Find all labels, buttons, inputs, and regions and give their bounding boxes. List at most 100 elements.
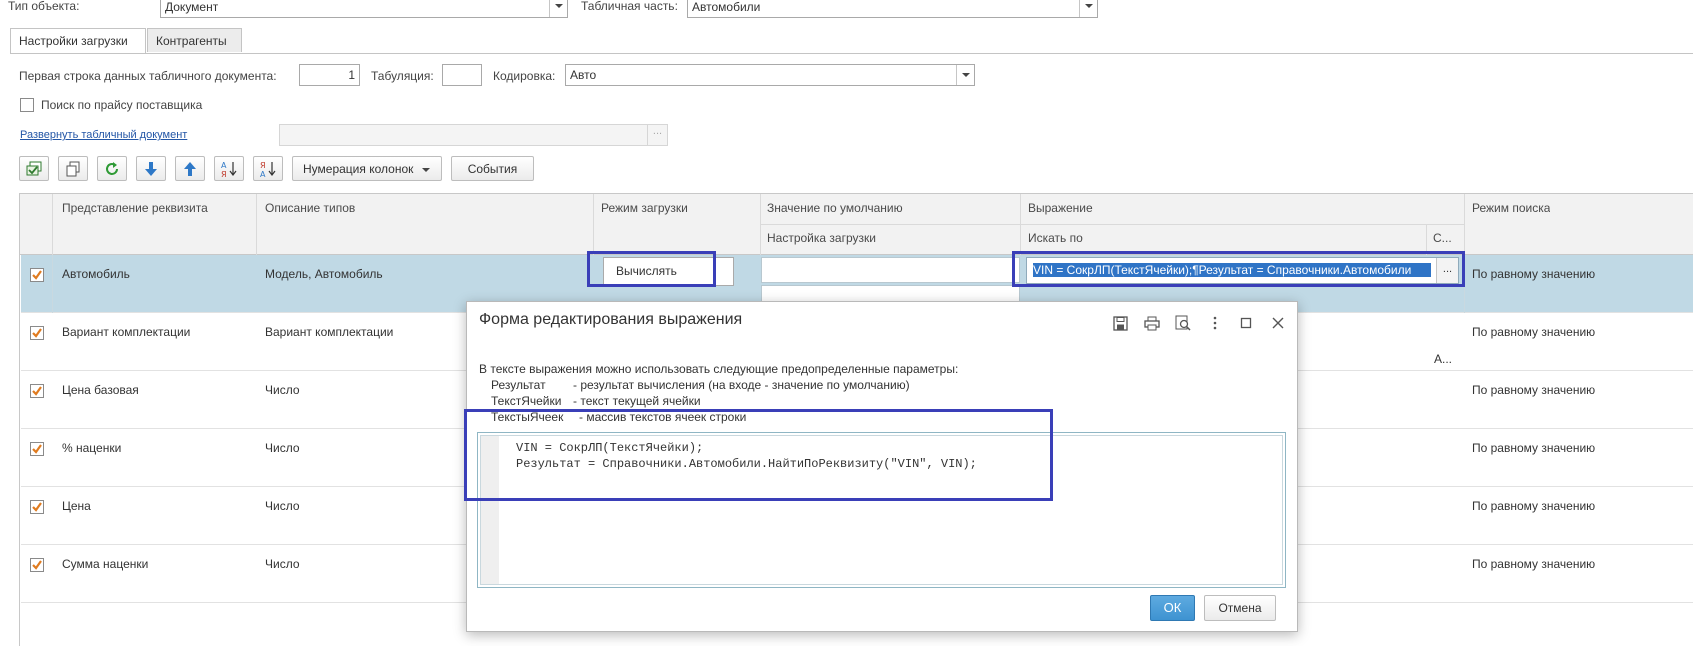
checkmark-icon bbox=[32, 386, 42, 396]
expand-document-field: ... bbox=[279, 124, 668, 146]
tabulation-input[interactable] bbox=[442, 64, 482, 86]
cell-load-mode-box[interactable]: Вычислять bbox=[603, 257, 734, 286]
sort-asc-icon: АЯ bbox=[221, 161, 237, 178]
code-line-1: VIN = СокрЛП(ТекстЯчейки); bbox=[516, 441, 704, 455]
row-checkbox[interactable] bbox=[30, 558, 44, 572]
column-numbering-button[interactable]: Нумерация колонок bbox=[292, 156, 442, 181]
copy-button[interactable] bbox=[58, 156, 88, 181]
help-intro: В тексте выражения можно использовать сл… bbox=[479, 362, 959, 376]
header-load-settings[interactable]: Настройка загрузки bbox=[767, 231, 876, 245]
cell-search-mode: По равному значению bbox=[1472, 499, 1596, 513]
header-c[interactable]: С... bbox=[1433, 231, 1461, 245]
price-search-label: Поиск по прайсу поставщика bbox=[41, 98, 203, 112]
cell-types: Число bbox=[265, 557, 300, 571]
sort-desc-icon: ЯА bbox=[260, 161, 276, 178]
cell-types: Число bbox=[265, 441, 300, 455]
maximize-icon[interactable] bbox=[1237, 314, 1255, 332]
code-editor[interactable]: VIN = СокрЛП(ТекстЯчейки); Результат = С… bbox=[477, 432, 1286, 588]
chevron-down-icon[interactable] bbox=[956, 65, 974, 85]
cell-search-mode: По равному значению bbox=[1472, 383, 1596, 397]
row-checkbox[interactable] bbox=[30, 326, 44, 340]
refresh-icon bbox=[106, 161, 118, 175]
cell-types: Число bbox=[265, 499, 300, 513]
svg-text:А: А bbox=[260, 170, 266, 178]
object-type-label: Тип объекта: bbox=[8, 0, 80, 13]
object-type-field[interactable]: Документ bbox=[160, 0, 568, 18]
tabulation-label: Табуляция: bbox=[371, 69, 434, 83]
table-part-field[interactable]: Автомобили bbox=[687, 0, 1098, 18]
dialog-title: Форма редактирования выражения bbox=[479, 311, 743, 328]
row-checkbox[interactable] bbox=[30, 500, 44, 514]
chevron-down-icon bbox=[421, 167, 430, 172]
cell-default-value[interactable] bbox=[761, 257, 1020, 283]
move-down-button[interactable] bbox=[136, 156, 166, 181]
move-down-icon bbox=[145, 161, 157, 176]
expand-document-link[interactable]: Развернуть табличный документ bbox=[20, 129, 187, 141]
header-load-mode[interactable]: Режим загрузки bbox=[601, 201, 688, 215]
sort-desc-button[interactable]: ЯА bbox=[253, 156, 283, 181]
sort-asc-button[interactable]: АЯ bbox=[214, 156, 244, 181]
row-checkbox[interactable] bbox=[30, 384, 44, 398]
tab-panel-border bbox=[10, 53, 1693, 54]
expand-field-button: ... bbox=[647, 125, 667, 145]
refresh-button[interactable] bbox=[97, 156, 127, 181]
more-icon[interactable] bbox=[1206, 314, 1224, 332]
select-all-icon bbox=[26, 161, 42, 175]
cell-types: Число bbox=[265, 383, 300, 397]
cell-types: Модель, Автомобиль bbox=[265, 267, 383, 281]
chevron-down-icon[interactable] bbox=[549, 0, 567, 17]
tab-counterparties[interactable]: Контрагенты bbox=[147, 28, 242, 52]
encoding-select[interactable]: Авто bbox=[565, 64, 975, 86]
table-part-value: Автомобили bbox=[692, 0, 761, 14]
ok-button[interactable]: ОК bbox=[1150, 595, 1195, 621]
cell-attribute: Цена базовая bbox=[62, 383, 139, 397]
events-button[interactable]: События bbox=[451, 156, 534, 181]
cell-search-mode: По равному значению bbox=[1472, 557, 1596, 571]
row-checkbox[interactable] bbox=[30, 442, 44, 456]
cancel-button[interactable]: Отмена bbox=[1204, 595, 1276, 621]
cell-search-mode: По равному значению bbox=[1472, 325, 1596, 339]
move-up-button[interactable] bbox=[175, 156, 205, 181]
header-types[interactable]: Описание типов bbox=[265, 201, 355, 215]
header-search-mode[interactable]: Режим поиска bbox=[1472, 201, 1550, 215]
header-default-value[interactable]: Значение по умолчанию bbox=[767, 201, 903, 215]
svg-text:Я: Я bbox=[221, 170, 227, 178]
header-search-by[interactable]: Искать по bbox=[1028, 231, 1083, 245]
select-all-button[interactable] bbox=[19, 156, 49, 181]
expression-input[interactable]: VIN = СокрЛП(ТекстЯчейки);¶Результат = С… bbox=[1026, 257, 1459, 284]
svg-text:А: А bbox=[221, 161, 227, 170]
close-icon[interactable] bbox=[1269, 314, 1287, 332]
object-type-value: Документ bbox=[165, 0, 219, 14]
help-line-result: Результат - результат вычисления (на вход… bbox=[491, 378, 910, 392]
cell-load-mode: Вычислять bbox=[616, 264, 677, 278]
chevron-down-icon[interactable] bbox=[1079, 0, 1097, 17]
cell-attribute: Цена bbox=[62, 499, 91, 513]
print-icon[interactable] bbox=[1143, 314, 1161, 332]
checkmark-icon bbox=[32, 560, 42, 570]
cell-types: Вариант комплектации bbox=[265, 325, 394, 339]
header-expression[interactable]: Выражение bbox=[1028, 201, 1093, 215]
tab-load-settings[interactable]: Настройки загрузки bbox=[10, 28, 146, 53]
expression-button[interactable]: ... bbox=[1436, 258, 1458, 283]
svg-text:Я: Я bbox=[260, 161, 266, 170]
checkmark-icon bbox=[32, 270, 42, 280]
checkmark-icon bbox=[32, 444, 42, 454]
cell-attribute: % наценки bbox=[62, 441, 122, 455]
help-line-cell-text: ТекстЯчейки - текст текущей ячейки bbox=[491, 394, 701, 408]
cell-search-mode: По равному значению bbox=[1472, 441, 1596, 455]
move-up-icon bbox=[184, 161, 196, 176]
checkmark-icon bbox=[32, 328, 42, 338]
price-search-checkbox[interactable] bbox=[20, 98, 34, 112]
first-row-input[interactable]: 1 bbox=[299, 64, 360, 86]
cell-attribute: Сумма наценки bbox=[62, 557, 149, 571]
cell-search-mode: По равному значению bbox=[1472, 267, 1596, 281]
editor-gutter bbox=[481, 436, 499, 584]
copy-icon bbox=[66, 161, 80, 176]
header-attribute[interactable]: Представление реквизита bbox=[62, 201, 208, 215]
save-icon[interactable] bbox=[1111, 314, 1129, 332]
expression-edit-dialog[interactable]: Форма редактирования выражения В тексте … bbox=[466, 301, 1298, 632]
row-checkbox[interactable] bbox=[30, 268, 44, 282]
cell-attribute: Вариант комплектации bbox=[62, 325, 191, 339]
first-row-label: Первая строка данных табличного документ… bbox=[19, 69, 277, 83]
preview-icon[interactable] bbox=[1174, 314, 1192, 332]
